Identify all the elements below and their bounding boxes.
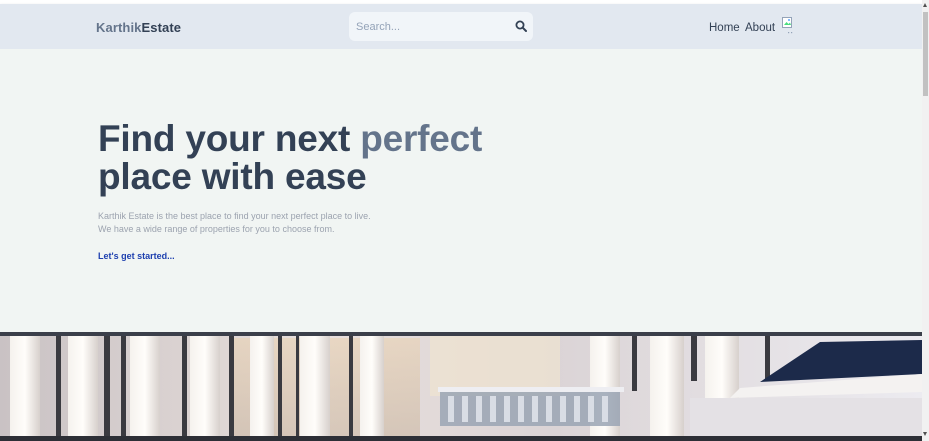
nav-home-link[interactable]: Home bbox=[709, 22, 740, 34]
nav-about-link[interactable]: About bbox=[745, 22, 775, 34]
search-form bbox=[349, 12, 533, 41]
listing-banner-image bbox=[0, 332, 922, 441]
site-header: KarthikEstate Home About bbox=[0, 4, 922, 49]
logo-karthik: Karthik bbox=[96, 20, 142, 35]
scrollbar-thumb[interactable] bbox=[923, 12, 928, 96]
hero-title-part1: Find your next bbox=[98, 118, 361, 159]
logo-estate: Estate bbox=[141, 20, 182, 35]
hero-title: Find your next perfect place with ease bbox=[98, 120, 482, 196]
hero-description: Karthik Estate is the best place to find… bbox=[98, 210, 371, 236]
vertical-scrollbar[interactable] bbox=[922, 0, 929, 441]
scroll-down-arrow-icon[interactable] bbox=[923, 432, 927, 436]
hero-description-line2: We have a wide range of properties for y… bbox=[98, 224, 335, 234]
hero-description-line1: Karthik Estate is the best place to find… bbox=[98, 211, 371, 221]
hero-title-accent: perfect bbox=[360, 118, 483, 159]
scroll-up-arrow-icon[interactable] bbox=[923, 3, 927, 7]
hero-title-part2: place with ease bbox=[98, 156, 367, 197]
search-input[interactable] bbox=[356, 19, 506, 35]
site-logo[interactable]: KarthikEstate bbox=[96, 20, 181, 35]
search-icon[interactable] bbox=[515, 20, 527, 32]
avatar[interactable] bbox=[782, 17, 796, 35]
get-started-link[interactable]: Let's get started... bbox=[98, 251, 175, 261]
